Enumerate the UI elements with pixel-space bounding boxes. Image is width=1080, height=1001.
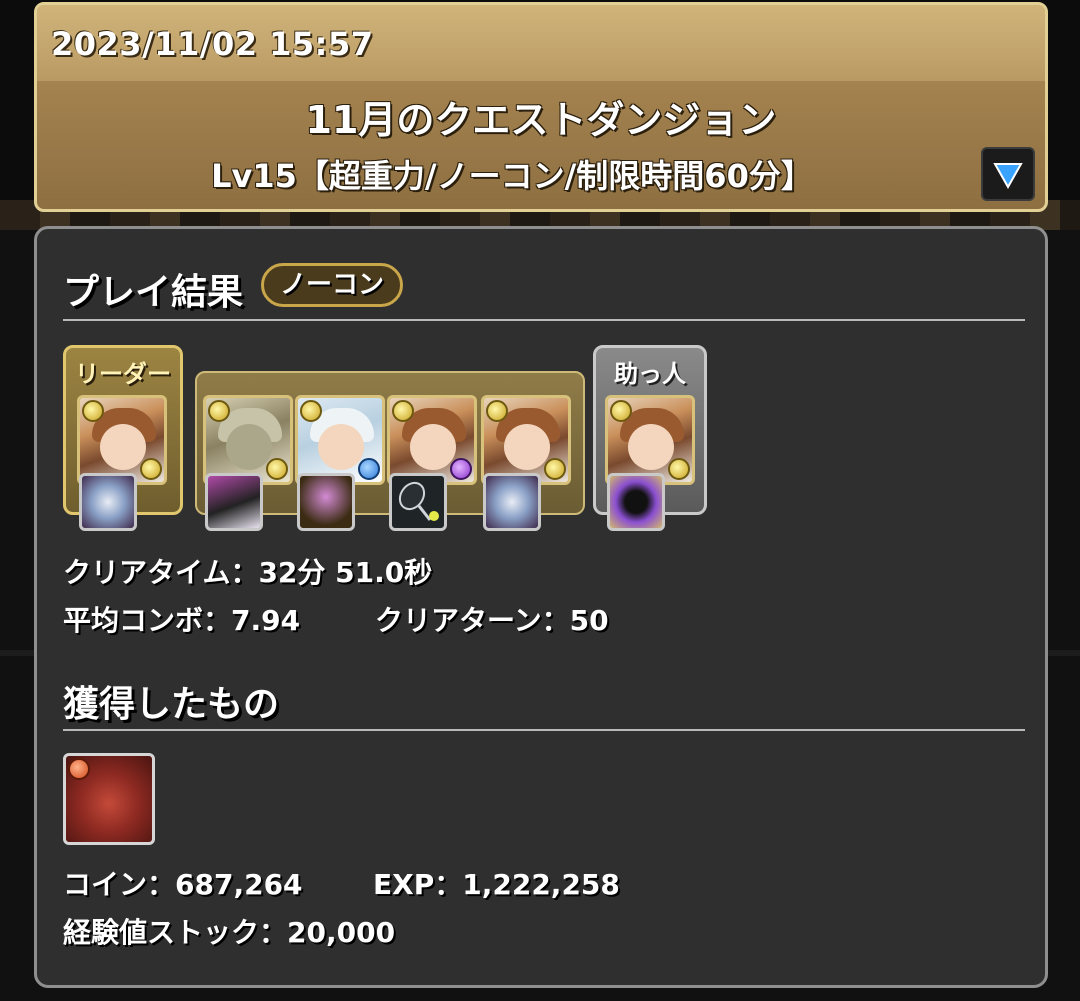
no-continue-badge: ノーコン [261,263,404,307]
leader-label: リーダー [75,360,171,388]
average-combo: 平均コンボ：7.94 [63,604,301,637]
expand-dropdown-button[interactable] [981,147,1035,201]
light-attribute-icon [544,458,566,480]
light-attribute-icon [266,458,288,480]
quest-header: 2023/11/02 15:57 11月のクエストダンジョン Lv15【超重力/… [34,2,1048,212]
divider [63,319,1025,321]
assist-orb-icon[interactable] [607,473,665,531]
assist-racket-icon[interactable] [389,473,447,531]
sub-monster-icon[interactable] [481,395,571,485]
water-attribute-icon [358,458,380,480]
assist-crystal-icon[interactable] [483,473,541,531]
clear-time: クリアタイム：32分 51.0秒 [63,556,433,589]
light-attribute-icon [392,400,414,422]
sub-monster-icon[interactable] [387,395,477,485]
dungeon-subtitle: Lv15【超重力/ノーコン/制限時間60分】 [211,157,813,195]
sub-monster-icon[interactable] [295,395,385,485]
assist-crystal-icon[interactable] [79,473,137,531]
dark-attribute-icon [450,458,472,480]
light-attribute-icon [300,400,322,422]
assist-card-icon[interactable] [205,473,263,531]
triangle-down-icon [993,163,1023,189]
divider [63,729,1025,731]
play-result-title: プレイ結果 [63,272,244,313]
assist-staff-icon[interactable] [297,473,355,531]
leader-monster-icon[interactable] [77,395,167,485]
light-attribute-icon [140,458,162,480]
coins-earned: コイン：687,264 [63,868,303,901]
light-attribute-icon [208,400,230,422]
dropped-monster-icon[interactable] [63,753,155,845]
sub-monster-icon[interactable] [203,395,293,485]
helper-label: 助っ人 [614,360,686,388]
light-attribute-icon [610,400,632,422]
exp-stock: 経験値ストック：20,000 [63,916,396,949]
light-attribute-icon [668,458,690,480]
exp-earned: EXP：1,222,258 [373,868,620,901]
play-datetime: 2023/11/02 15:57 [51,25,374,63]
loot-title: 獲得したもの [63,684,280,725]
clear-turn: クリアターン：50 [375,604,609,637]
light-attribute-icon [82,400,104,422]
helper-monster-icon[interactable] [605,395,695,485]
fire-attribute-icon [68,758,90,780]
dungeon-title: 11月のクエストダンジョン [305,98,777,142]
play-result-panel: プレイ結果 ノーコン リーダー 助っ人 クリアタイム：32分 51.0秒 平均コ… [34,226,1048,988]
light-attribute-icon [486,400,508,422]
